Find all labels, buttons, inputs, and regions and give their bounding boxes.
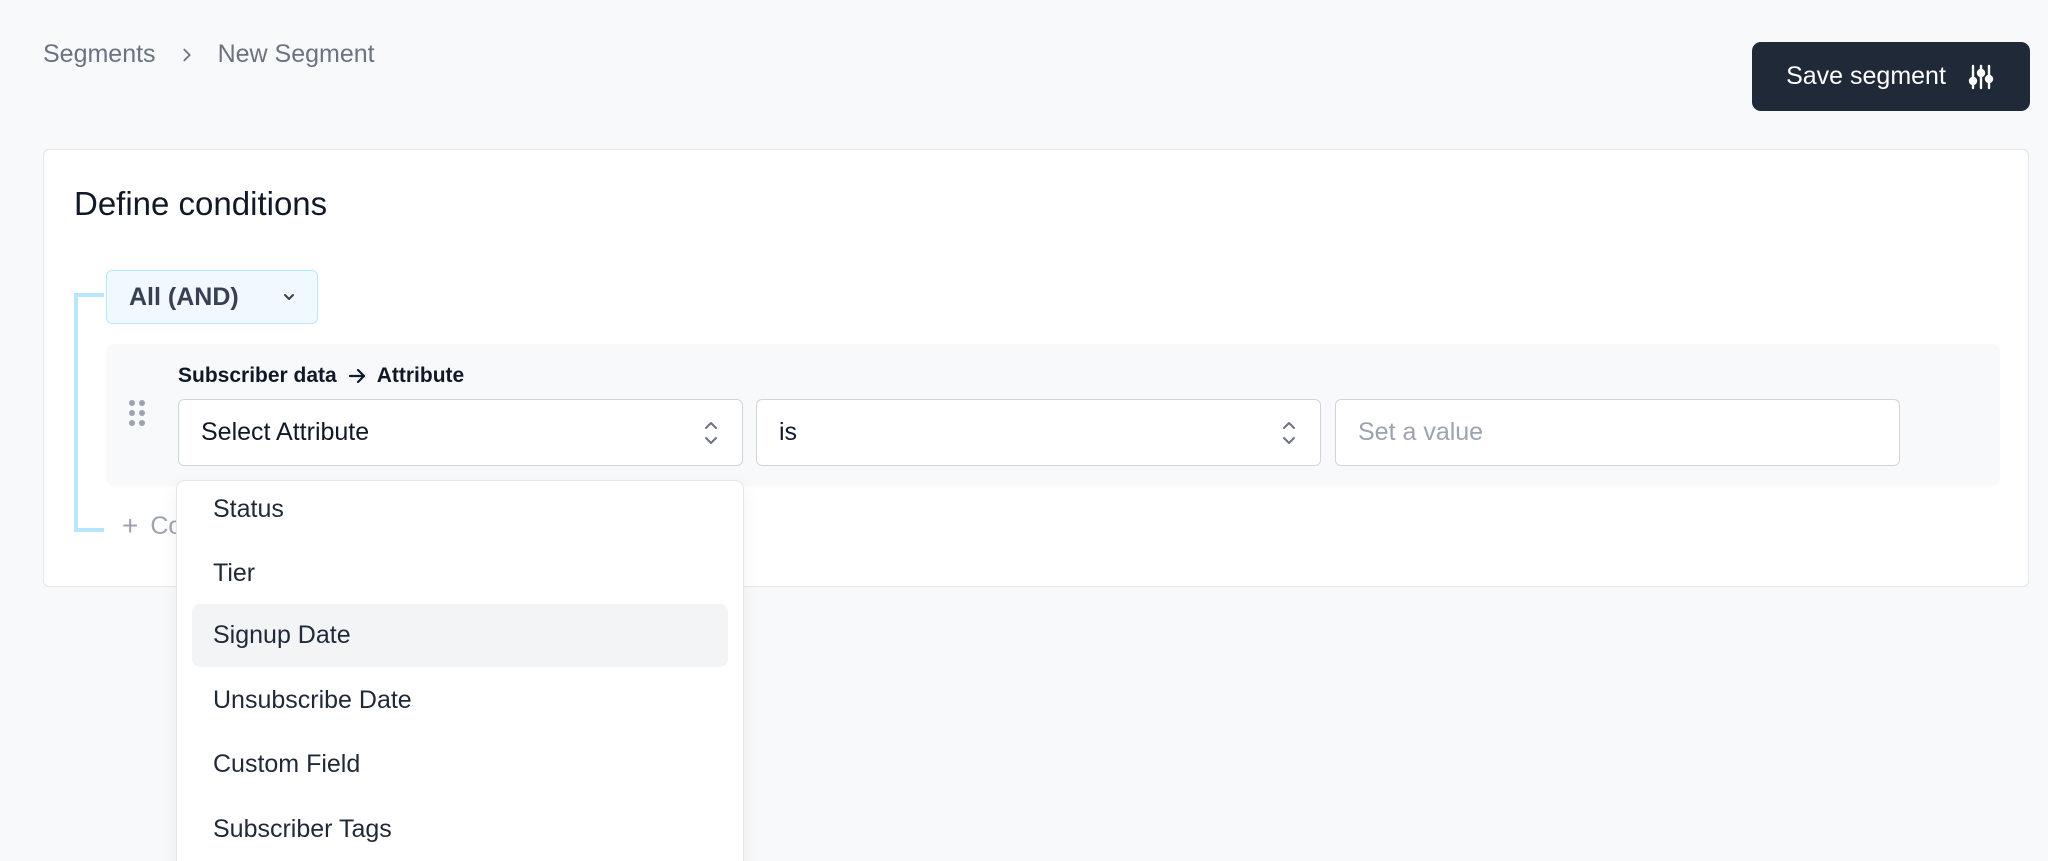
value-input[interactable] [1358,418,1877,447]
operator-select[interactable]: is [756,399,1321,466]
operator-select-value: is [779,418,798,446]
menu-item-signup-date[interactable]: Signup Date [192,604,728,667]
menu-item-label: Custom Field [213,750,361,778]
chevron-down-icon [281,289,297,305]
menu-item-status[interactable]: Status [192,481,728,541]
menu-item-custom-field[interactable]: Custom Field [192,733,728,796]
page: Segments New Segment Save segment Define… [0,0,2048,861]
menu-item-label: Status [213,495,284,523]
menu-item-tier[interactable]: Tier [192,542,728,605]
add-condition-button[interactable]: + Co [122,510,182,542]
breadcrumb: Segments New Segment [43,40,375,69]
breadcrumb-current: New Segment [217,40,375,68]
value-field[interactable] [1335,399,1900,466]
chevron-up-down-icon [702,418,720,448]
menu-item-label: Subscriber Tags [213,815,392,843]
condition-label: Subscriber data Attribute [178,364,464,388]
condition-row: Subscriber data Attribute Select Attribu… [106,344,2000,486]
drag-handle-icon[interactable] [126,398,148,428]
condition-target-label: Attribute [376,364,465,387]
menu-item-label: Tier [213,559,256,587]
logic-operator-select[interactable]: All (AND) [106,270,318,324]
condition-source-label: Subscriber data [178,364,337,387]
chevron-right-icon [178,46,196,64]
menu-item-subscriber-tags[interactable]: Subscriber Tags [192,798,728,861]
plus-icon: + [122,510,139,541]
save-segment-button[interactable]: Save segment [1752,42,2030,111]
breadcrumb-segments-link[interactable]: Segments [43,40,156,69]
attribute-select-value: Select Attribute [201,418,370,446]
arrow-right-icon [347,366,367,386]
group-bracket [74,293,104,532]
save-segment-label: Save segment [1786,62,1946,90]
chevron-up-down-icon [1280,418,1298,448]
logic-operator-value: All (AND) [129,282,239,311]
card-title: Define conditions [74,185,328,222]
attribute-select[interactable]: Select Attribute [178,399,743,466]
menu-item-label: Signup Date [213,621,351,649]
sliders-icon [1966,62,1996,92]
menu-item-label: Unsubscribe Date [213,686,412,714]
menu-item-unsubscribe-date[interactable]: Unsubscribe Date [192,669,728,732]
attribute-dropdown-menu: Status Tier Signup Date Unsubscribe Date… [176,480,744,861]
